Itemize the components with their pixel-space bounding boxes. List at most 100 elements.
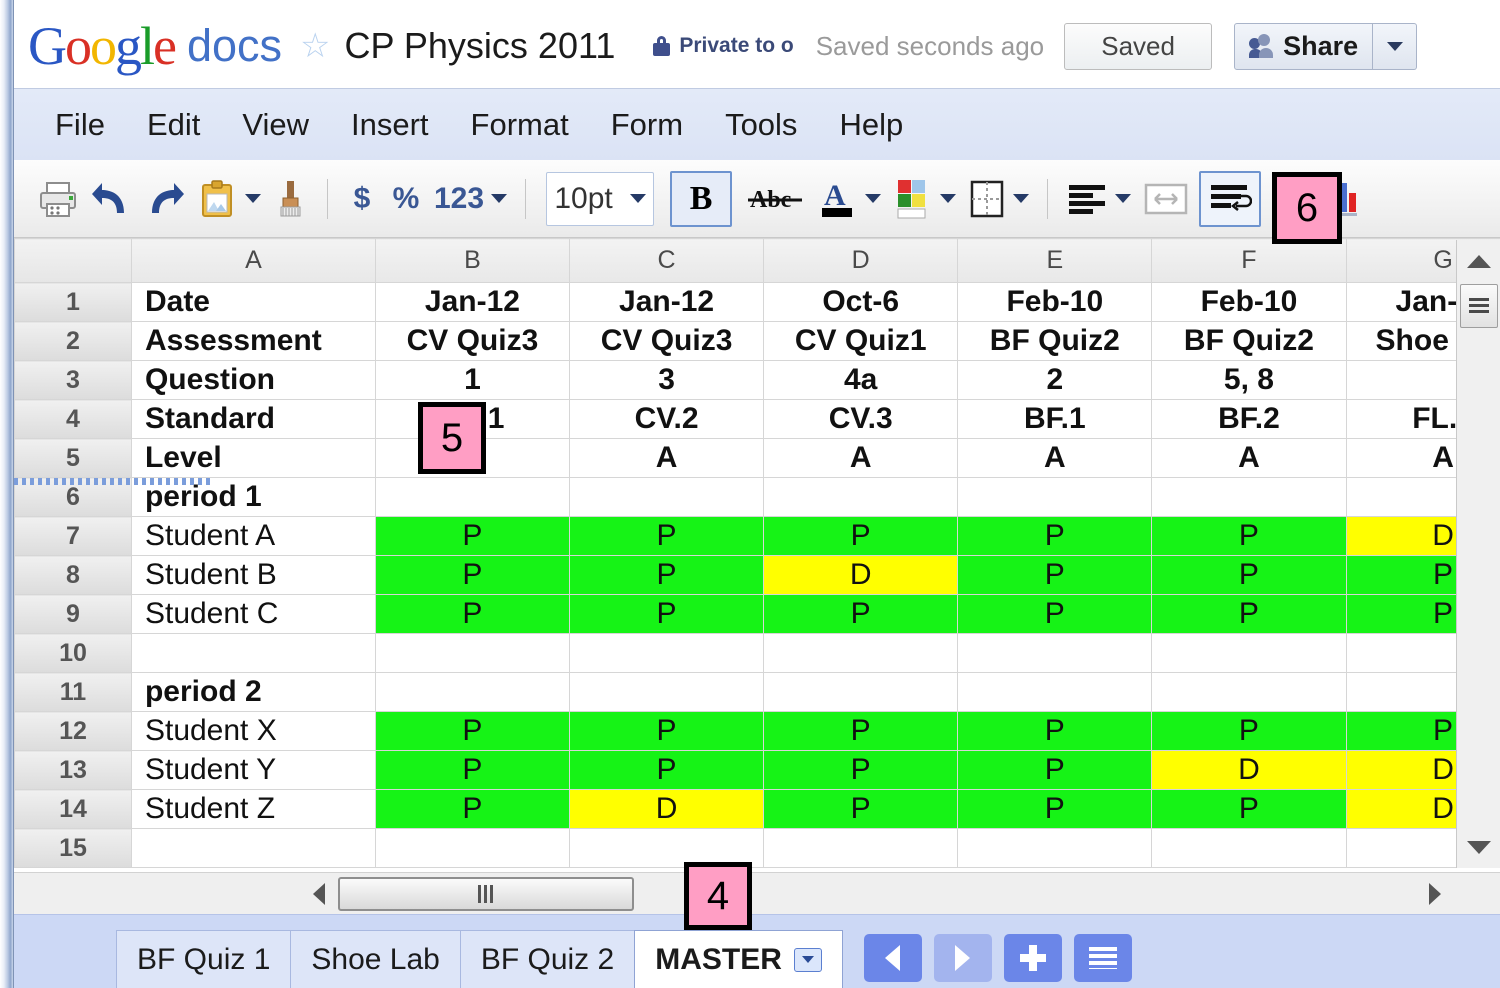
cell-E8[interactable]: P (958, 556, 1152, 595)
cell-C7[interactable]: P (570, 517, 764, 556)
cell-E9[interactable]: P (958, 595, 1152, 634)
row-header-14[interactable]: 14 (15, 790, 132, 829)
cell-E3[interactable]: 2 (958, 361, 1152, 400)
cell-D9[interactable]: P (764, 595, 958, 634)
saved-button[interactable]: Saved (1064, 23, 1212, 70)
menu-format[interactable]: Format (450, 103, 590, 147)
print-button[interactable] (32, 174, 84, 224)
privacy-label[interactable]: Private to o (679, 34, 793, 58)
document-title[interactable]: CP Physics 2011 (345, 25, 616, 67)
menu-view[interactable]: View (221, 103, 330, 147)
cell-B3[interactable]: 1 (375, 361, 569, 400)
cell-B10[interactable] (375, 634, 569, 673)
scroll-down-button[interactable] (1457, 826, 1500, 868)
cell-D6[interactable] (764, 478, 958, 517)
horizontal-scrollbar[interactable] (14, 872, 1500, 914)
cell-F3[interactable]: 5, 8 (1152, 361, 1346, 400)
sheet-tab-master[interactable]: MASTER (634, 930, 843, 988)
cell-C12[interactable]: P (570, 712, 764, 751)
horizontal-scrollbar-thumb[interactable] (338, 877, 634, 911)
text-color-button[interactable]: A (812, 174, 887, 224)
all-sheets-button[interactable] (1074, 934, 1132, 982)
cell-A12[interactable]: Student X (131, 712, 375, 751)
cell-F5[interactable]: A (1152, 439, 1346, 478)
share-dropdown-button[interactable] (1373, 23, 1417, 70)
cell-E12[interactable]: P (958, 712, 1152, 751)
cell-F2[interactable]: BF Quiz2 (1152, 322, 1346, 361)
cell-F7[interactable]: P (1152, 517, 1346, 556)
cell-B13[interactable]: P (375, 751, 569, 790)
cell-F9[interactable]: P (1152, 595, 1346, 634)
paint-format-button[interactable] (267, 174, 315, 224)
select-all-corner[interactable] (15, 239, 132, 283)
cell-D11[interactable] (764, 673, 958, 712)
cell-D7[interactable]: P (764, 517, 958, 556)
menu-form[interactable]: Form (590, 103, 704, 147)
cell-F13[interactable]: D (1152, 751, 1346, 790)
fill-color-button[interactable] (887, 174, 962, 224)
menu-tools[interactable]: Tools (704, 103, 818, 147)
menu-help[interactable]: Help (818, 103, 924, 147)
cell-D3[interactable]: 4a (764, 361, 958, 400)
merge-cells-button[interactable] (1137, 174, 1195, 224)
row-header-7[interactable]: 7 (15, 517, 132, 556)
frozen-rows-divider[interactable] (14, 478, 210, 485)
cell-E4[interactable]: BF.1 (958, 400, 1152, 439)
cell-C5[interactable]: A (570, 439, 764, 478)
scroll-up-button[interactable] (1457, 240, 1500, 282)
cell-A2[interactable]: Assessment (131, 322, 375, 361)
docs-wordmark[interactable]: docs (187, 20, 282, 72)
strikethrough-button[interactable]: Abc (740, 174, 812, 224)
cell-D12[interactable]: P (764, 712, 958, 751)
spreadsheet-grid[interactable]: A B C D E F G H I 1DateJan-12Jan-12Oct-6… (14, 238, 1500, 868)
cell-C4[interactable]: CV.2 (570, 400, 764, 439)
cell-C6[interactable] (570, 478, 764, 517)
column-header-B[interactable]: B (375, 239, 569, 283)
column-header-A[interactable]: A (131, 239, 375, 283)
row-header-8[interactable]: 8 (15, 556, 132, 595)
cell-C10[interactable] (570, 634, 764, 673)
cell-F15[interactable] (1152, 829, 1346, 868)
star-icon[interactable]: ☆ (300, 26, 330, 66)
cell-F11[interactable] (1152, 673, 1346, 712)
sheet-tab-bf-quiz-1[interactable]: BF Quiz 1 (116, 930, 291, 988)
cell-A13[interactable]: Student Y (131, 751, 375, 790)
cell-E11[interactable] (958, 673, 1152, 712)
cell-A1[interactable]: Date (131, 283, 375, 322)
cell-D13[interactable]: P (764, 751, 958, 790)
cell-F4[interactable]: BF.2 (1152, 400, 1346, 439)
cell-B9[interactable]: P (375, 595, 569, 634)
percent-format-button[interactable]: % (384, 174, 428, 224)
paste-button[interactable] (192, 174, 267, 224)
cell-A9[interactable]: Student C (131, 595, 375, 634)
cell-C1[interactable]: Jan-12 (570, 283, 764, 322)
column-header-F[interactable]: F (1152, 239, 1346, 283)
row-header-3[interactable]: 3 (15, 361, 132, 400)
cell-C3[interactable]: 3 (570, 361, 764, 400)
cell-B8[interactable]: P (375, 556, 569, 595)
next-sheet-button[interactable] (934, 934, 992, 982)
cell-E10[interactable] (958, 634, 1152, 673)
cell-B2[interactable]: CV Quiz3 (375, 322, 569, 361)
row-header-4[interactable]: 4 (15, 400, 132, 439)
add-sheet-button[interactable] (1004, 934, 1062, 982)
column-header-C[interactable]: C (570, 239, 764, 283)
cell-A5[interactable]: Level (131, 439, 375, 478)
bold-button[interactable]: B (670, 171, 732, 227)
column-header-E[interactable]: E (958, 239, 1152, 283)
row-header-13[interactable]: 13 (15, 751, 132, 790)
wrap-text-button[interactable] (1199, 171, 1261, 227)
row-header-11[interactable]: 11 (15, 673, 132, 712)
cell-D10[interactable] (764, 634, 958, 673)
chevron-down-icon[interactable] (794, 948, 822, 972)
menu-file[interactable]: File (34, 103, 126, 147)
cell-C8[interactable]: P (570, 556, 764, 595)
row-header-5[interactable]: 5 (15, 439, 132, 478)
cell-C11[interactable] (570, 673, 764, 712)
row-header-1[interactable]: 1 (15, 283, 132, 322)
currency-format-button[interactable]: $ (340, 174, 384, 224)
column-header-D[interactable]: D (764, 239, 958, 283)
row-header-15[interactable]: 15 (15, 829, 132, 868)
cell-A4[interactable]: Standard (131, 400, 375, 439)
cell-D15[interactable] (764, 829, 958, 868)
